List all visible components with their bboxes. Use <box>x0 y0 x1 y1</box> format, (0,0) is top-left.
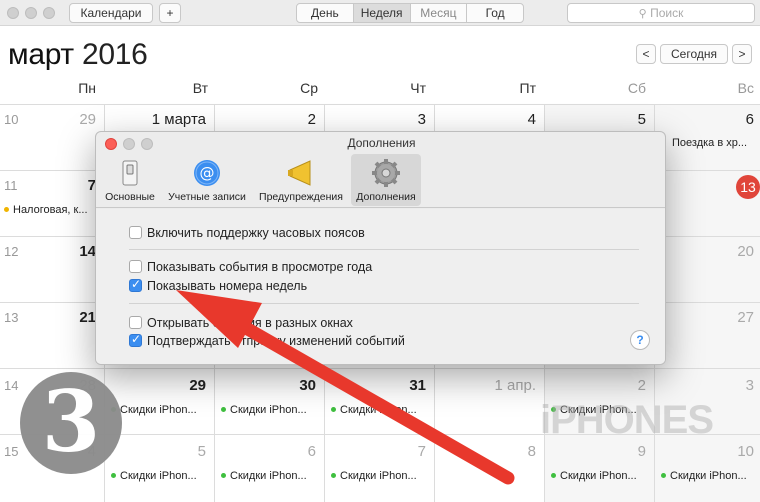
step-number-badge: 3 <box>20 372 122 474</box>
arrow-shaft <box>225 313 515 485</box>
arrow-head <box>176 290 262 348</box>
